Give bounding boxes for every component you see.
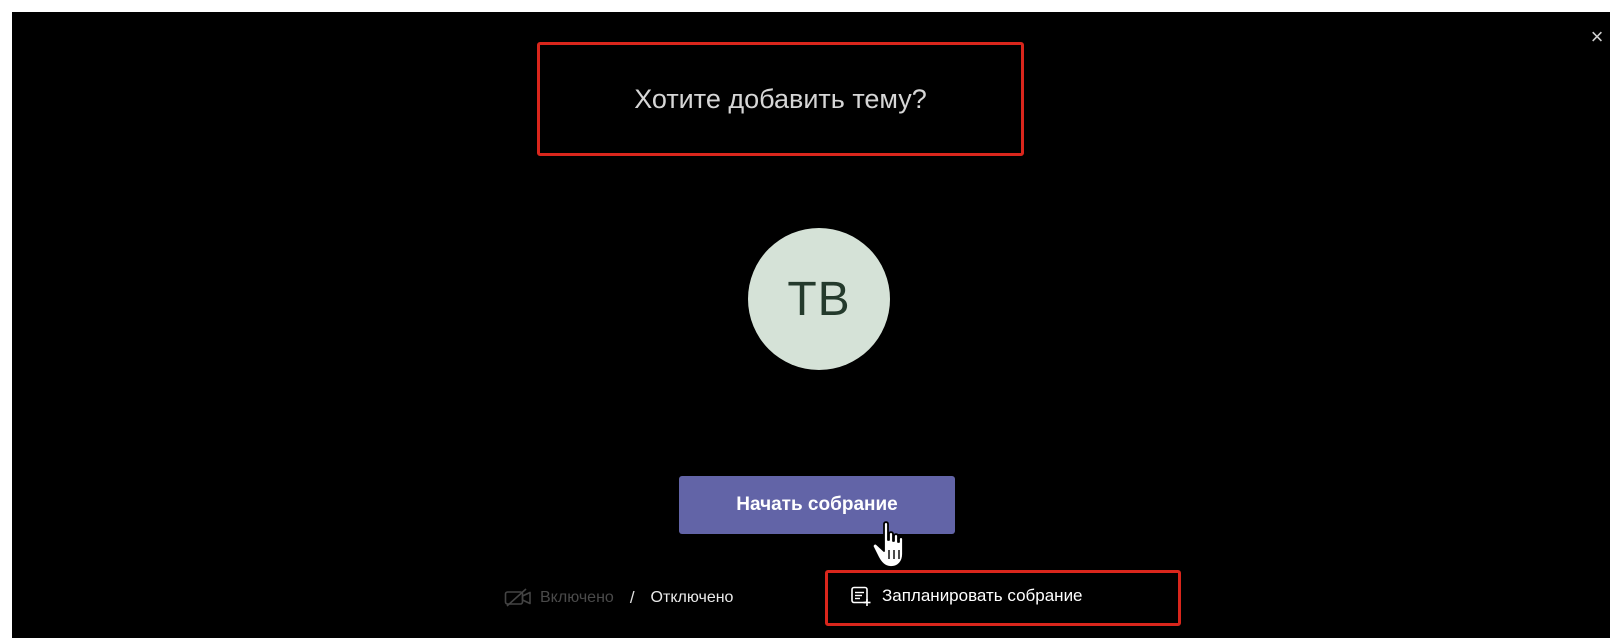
bottom-controls: Включено / Отключено Запланировать собра… — [12, 570, 1610, 626]
calendar-icon — [851, 586, 871, 606]
close-icon: × — [1590, 24, 1604, 49]
video-off-label: Отключено — [650, 589, 734, 606]
schedule-highlight-box: Запланировать собрание — [825, 570, 1181, 626]
meeting-dialog: × TB Начать собрание Включено / Отключен… — [12, 12, 1610, 638]
toggle-separator: / — [629, 588, 635, 607]
close-button[interactable]: × — [1586, 26, 1608, 48]
video-on-label: Включено — [540, 589, 614, 606]
avatar-initials: TB — [787, 272, 851, 326]
topic-highlight-box — [537, 42, 1024, 156]
camera-icon — [504, 588, 531, 607]
schedule-meeting-label: Запланировать собрание — [882, 586, 1083, 605]
video-toggle[interactable]: Включено / Отключено — [504, 585, 733, 611]
hand-cursor-icon — [871, 521, 904, 568]
topic-input[interactable] — [558, 82, 1003, 116]
schedule-meeting-button[interactable]: Запланировать собрание — [850, 585, 1083, 607]
avatar: TB — [748, 228, 890, 370]
